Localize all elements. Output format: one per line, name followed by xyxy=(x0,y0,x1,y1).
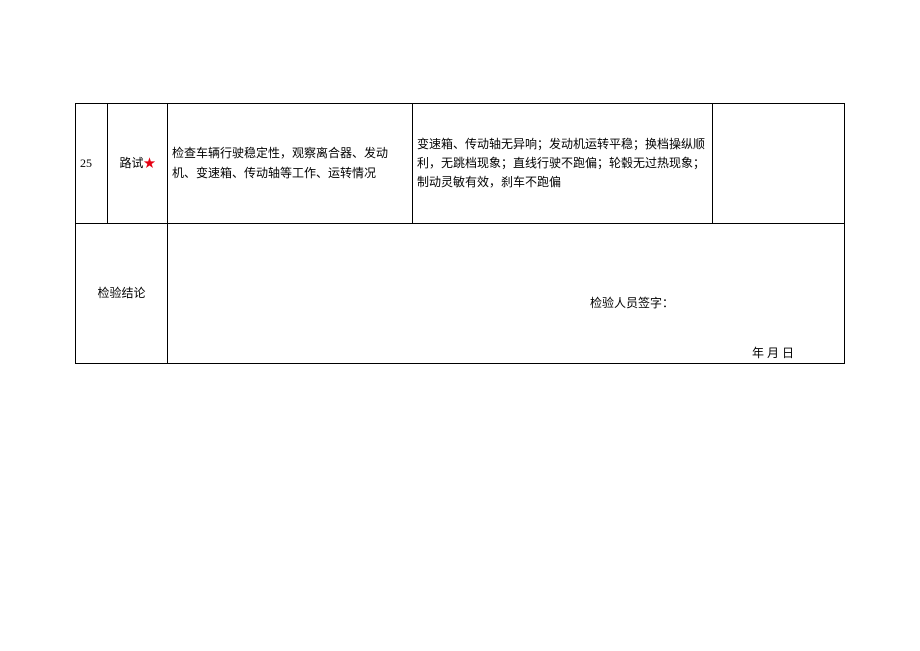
conclusion-label-cell: 检验结论 xyxy=(76,224,168,364)
item-cell: 路试★ xyxy=(108,104,168,224)
method-cell: 检查车辆行驶稳定性，观察离合器、发动机、变速箱、传动轴等工作、运转情况 xyxy=(168,104,413,224)
requirement-cell: 变速箱、传动轴无异响；发动机运转平稳；换档操纵顺利，无跳档现象；直线行驶不跑偏；… xyxy=(413,104,713,224)
result-cell xyxy=(713,104,845,224)
method-text: 检查车辆行驶稳定性，观察离合器、发动机、变速箱、传动轴等工作、运转情况 xyxy=(172,146,388,179)
item-name: 路试 xyxy=(119,156,143,170)
conclusion-body-cell: 检验人员签字： 年 月 日 xyxy=(168,224,845,364)
document-table-wrapper: 25 路试★ 检查车辆行驶稳定性，观察离合器、发动机、变速箱、传动轴等工作、运转… xyxy=(0,0,920,364)
conclusion-row: 检验结论 检验人员签字： 年 月 日 xyxy=(76,224,845,364)
row-number-text: 25 xyxy=(80,156,92,170)
inspection-table: 25 路试★ 检查车辆行驶稳定性，观察离合器、发动机、变速箱、传动轴等工作、运转… xyxy=(75,103,845,364)
requirement-text: 变速箱、传动轴无异响；发动机运转平稳；换档操纵顺利，无跳档现象；直线行驶不跑偏；… xyxy=(417,137,705,189)
signature-label: 检验人员签字： xyxy=(590,294,674,313)
star-icon: ★ xyxy=(144,156,156,170)
row-number: 25 xyxy=(76,104,108,224)
date-label: 年 月 日 xyxy=(752,344,794,363)
table-row: 25 路试★ 检查车辆行驶稳定性，观察离合器、发动机、变速箱、传动轴等工作、运转… xyxy=(76,104,845,224)
conclusion-label-text: 检验结论 xyxy=(97,286,145,300)
